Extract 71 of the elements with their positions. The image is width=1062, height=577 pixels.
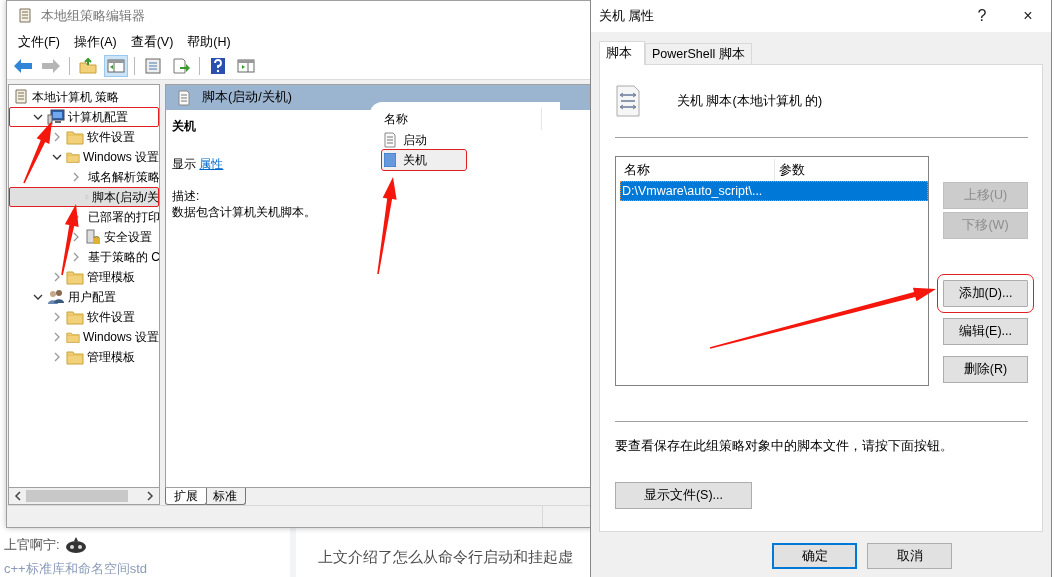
comment-author[interactable]: 上官啊宁:: [4, 536, 60, 554]
tree-item[interactable]: 软件设置: [9, 127, 159, 147]
horizontal-scrollbar[interactable]: [8, 488, 160, 505]
scroll-right-icon[interactable]: [144, 490, 156, 502]
properties-link[interactable]: 属性: [199, 157, 224, 171]
folder-icon: [66, 309, 84, 325]
tree-item[interactable]: 管理模板: [9, 267, 159, 287]
computer-icon: [47, 109, 65, 125]
tree-item[interactable]: 域名解析策略: [9, 167, 159, 187]
annotation-arrow: [23, 121, 52, 184]
menu-item[interactable]: 帮助(H): [180, 33, 238, 51]
policy-scroll-icon: [13, 89, 29, 105]
tree-item[interactable]: 脚本(启动/关: [9, 187, 159, 207]
close-button[interactable]: ×: [1005, 0, 1051, 32]
back-arrow-icon: [13, 58, 33, 74]
column-header[interactable]: 参数: [775, 159, 805, 181]
tree-item[interactable]: Windows 设置: [9, 327, 159, 347]
side-button[interactable]: 编辑(E)...: [943, 318, 1028, 345]
policy-scroll-icon: [17, 8, 33, 24]
menu-item[interactable]: 文件(F): [11, 33, 67, 51]
users-icon: [47, 289, 65, 305]
tree-item[interactable]: 计算机配置: [9, 107, 159, 127]
description-label: 描述:: [172, 188, 201, 204]
folder-icon: [66, 329, 80, 345]
annotation-arrow: [61, 204, 79, 276]
pane-title: 脚本(启动/关机): [202, 89, 292, 106]
folder-icon: [66, 269, 84, 285]
tree-item[interactable]: 管理模板: [9, 347, 159, 367]
window-title: 本地组策略编辑器: [41, 7, 145, 25]
view-tab[interactable]: 扩展: [165, 488, 207, 505]
properties-icon: [144, 58, 162, 74]
pane-view-icon: [237, 58, 255, 74]
menu-item[interactable]: 查看(V): [123, 33, 181, 51]
folder-up-icon: [79, 58, 97, 74]
tab[interactable]: 脚本: [599, 41, 645, 65]
tree-item[interactable]: 用户配置: [9, 287, 159, 307]
pane-view-icon: [107, 58, 125, 74]
dialog-button[interactable]: 确定: [772, 543, 857, 569]
server-lock-icon: [85, 229, 101, 245]
tree-item[interactable]: 基于策略的 C: [9, 247, 159, 267]
article-text: 上文介绍了怎么从命令行启动和挂起虚: [317, 547, 573, 567]
help-button[interactable]: ?: [959, 0, 1005, 32]
folder-icon: [66, 149, 80, 165]
show-files-button[interactable]: 显示文件(S)...: [615, 482, 752, 509]
side-button[interactable]: 删除(R): [943, 356, 1028, 383]
view-tab[interactable]: 标准: [204, 488, 246, 505]
tree-item[interactable]: 本地计算机 策略: [9, 87, 159, 107]
tree-item[interactable]: 安全设置: [9, 227, 159, 247]
toolbar-button[interactable]: [76, 55, 100, 77]
dialog-title: 关机 属性: [599, 7, 656, 25]
column-header[interactable]: 名称: [370, 108, 542, 130]
list-row[interactable]: D:\Vmware\auto_script\...: [620, 181, 928, 201]
dialog-button[interactable]: 取消: [867, 543, 952, 569]
hint-text: 要查看保存在此组策略对象中的脚本文件，请按下面按钮。: [615, 438, 954, 455]
menu-item[interactable]: 操作(A): [66, 33, 124, 51]
folder-icon: [66, 129, 84, 145]
help-book-icon: [210, 57, 226, 75]
tree-item[interactable]: Windows 设置: [9, 147, 159, 167]
list-item[interactable]: 关机: [382, 150, 466, 170]
list-item[interactable]: 启动: [370, 130, 556, 150]
show-label: 显示: [172, 157, 196, 171]
script-heading: 关机 脚本(本地计算机 的): [677, 92, 823, 110]
tab[interactable]: PowerShell 脚本: [645, 43, 752, 64]
item-heading: 关机: [172, 118, 197, 134]
forward-arrow-icon: [41, 58, 61, 74]
export-list-icon: [172, 58, 190, 74]
folder-icon: [66, 349, 84, 365]
description-text: 数据包含计算机关机脚本。: [172, 204, 317, 220]
avatar-icon: [63, 537, 88, 553]
scroll-left-icon[interactable]: [12, 490, 24, 502]
tree-item[interactable]: 软件设置: [9, 307, 159, 327]
